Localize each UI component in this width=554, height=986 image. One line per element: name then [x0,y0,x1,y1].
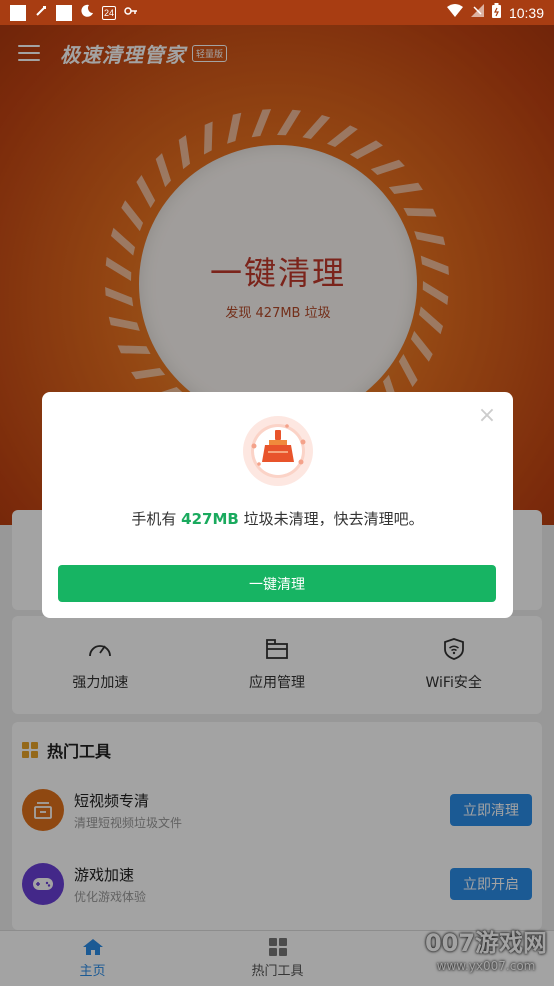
status-bar: 24 10:39 [0,0,554,25]
one-click-clean-dialog-button[interactable]: 一键清理 [58,565,496,602]
close-icon[interactable]: × [477,405,497,427]
broom-clean-icon [243,416,313,486]
signal-icon [470,4,484,21]
rocket-icon [34,4,48,22]
message-suffix: 垃圾未清理，快去清理吧。 [238,510,424,528]
calendar-icon: 24 [102,5,117,20]
moon-icon [80,4,94,22]
notification-icon-2 [56,4,72,21]
battery-icon [491,3,501,22]
junk-message: 手机有 427MB 垃圾未清理，快去清理吧。 [42,508,513,529]
message-prefix: 手机有 [131,510,182,528]
status-icons-left: 24 [10,4,138,22]
notification-icon [10,4,26,21]
wifi-icon [446,4,463,21]
junk-reminder-dialog: × 手机有 427MB 垃圾未清理，快去清理吧。 一键清理 [42,392,513,618]
status-icons-right: 10:39 [446,3,544,22]
clock: 10:39 [508,4,544,21]
key-icon [124,4,138,22]
junk-size: 427MB [181,510,239,528]
